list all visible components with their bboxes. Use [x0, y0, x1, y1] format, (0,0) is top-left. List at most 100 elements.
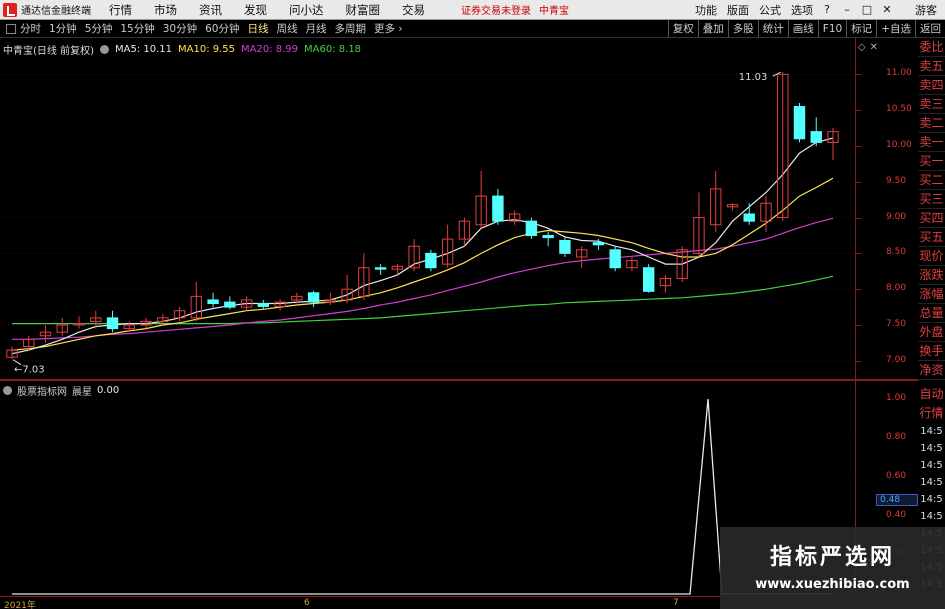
side-item[interactable]: 外盘 [918, 323, 945, 342]
statistics-button[interactable]: 统计 [757, 19, 788, 38]
candle-body [425, 252, 437, 269]
candle-body [106, 317, 119, 330]
tab-5min[interactable]: 5分钟 [85, 21, 113, 36]
tab-multi-period[interactable]: 多周期 [335, 21, 367, 36]
price-tick: 9.00 [886, 211, 907, 222]
multi-stock-button[interactable]: 多股 [727, 19, 758, 38]
side-item[interactable]: 卖一 [918, 133, 945, 152]
tab-intraday[interactable]: 分时 [20, 21, 41, 36]
tab-more[interactable]: 更多 › [374, 21, 403, 36]
ma20-label: MA20: 8.99 [241, 44, 299, 55]
back-button[interactable]: 返回 [915, 19, 945, 38]
side-item[interactable]: 买四 [918, 209, 945, 228]
menu-options[interactable]: 选项 [791, 2, 813, 18]
tab-weekly[interactable]: 周线 [277, 21, 298, 36]
candle-body [810, 131, 822, 143]
f10-button[interactable]: F10 [817, 19, 846, 38]
indicator-legend: 股票指标网 晨星 0.00 [3, 383, 119, 398]
side-item[interactable]: 买三 [918, 190, 945, 209]
date-label-june: 6 [304, 598, 310, 608]
settings-dot-icon[interactable] [99, 45, 109, 54]
side-item[interactable]: 卖三 [918, 95, 945, 114]
side2-item[interactable]: 自动 [918, 385, 945, 404]
menu-layout[interactable]: 版面 [727, 2, 749, 18]
help-icon[interactable]: ? [821, 3, 833, 16]
side-item[interactable]: 卖四 [918, 76, 945, 95]
menu-item-news[interactable]: 资讯 [199, 2, 222, 18]
guest-user[interactable]: 游客 [915, 2, 937, 18]
tick-time: 14:5 [920, 511, 943, 522]
quote-side-panel: 委比卖五卖四卖三卖二卖一买一买二买三买四买五现价涨跌涨幅总量外盘换手净资收益 [918, 38, 945, 380]
ma-legend: 中青宝(日线 前复权) MA5: 10.11 MA10: 9.55 MA20: … [3, 42, 361, 57]
indicator-tick: 0.80 [886, 432, 907, 442]
price-tick-mark [856, 74, 861, 76]
side-item[interactable]: 委比 [918, 38, 945, 57]
draw-line-button[interactable]: 画线 [787, 19, 818, 38]
close-icon[interactable]: ✕ [881, 3, 893, 16]
price-tick: 11.00 [886, 68, 912, 79]
tab-15min[interactable]: 15分钟 [120, 21, 154, 36]
indicator-line [12, 398, 833, 595]
menu-item-discover[interactable]: 发现 [244, 2, 267, 18]
side-item[interactable]: 卖五 [918, 57, 945, 76]
side2-item[interactable]: 行情 [918, 404, 945, 423]
tab-1min[interactable]: 1分钟 [49, 21, 77, 36]
low-annotation: ←7.03 [14, 365, 45, 376]
mark-button[interactable]: 标记 [846, 19, 876, 38]
side-item[interactable]: 涨幅 [918, 285, 945, 304]
watermark-title: 指标严选网 [769, 545, 895, 570]
menu-item-ask[interactable]: 问小达 [289, 2, 324, 18]
date-label-year: 2021年 [4, 601, 36, 609]
overlay-button[interactable]: 叠加 [697, 19, 728, 38]
watermark: 指标严选网 www.xuezhibiao.com [720, 527, 945, 609]
toolbar-right: 复权 叠加 多股 统计 画线 F10 标记 +自选 返回 [667, 19, 945, 38]
kline-panel[interactable]: 中青宝(日线 前复权) MA5: 10.11 MA10: 9.55 MA20: … [0, 38, 918, 380]
menu-item-quotes[interactable]: 行情 [109, 2, 132, 18]
candle-body [492, 195, 504, 222]
tab-monthly[interactable]: 月线 [306, 21, 327, 36]
side-item[interactable]: 换手 [918, 342, 945, 361]
price-axis: 11.00 10.50 10.00 9.50 9.00 8.50 8.00 7.50 7.00 [855, 38, 918, 380]
side-item[interactable]: 买二 [918, 171, 945, 190]
current-stock-name: 中青宝 [539, 6, 569, 17]
side-item[interactable]: 净资 [918, 361, 945, 380]
side-item[interactable]: 涨跌 [918, 266, 945, 285]
price-tick: 7.00 [886, 354, 907, 365]
side-item[interactable]: 买一 [918, 152, 945, 171]
ma10-label: MA10: 9.55 [178, 44, 236, 55]
app-logo-icon [3, 2, 17, 17]
tab-30min[interactable]: 30分钟 [163, 21, 197, 36]
maximize-icon[interactable]: □ [861, 3, 873, 16]
menu-formula[interactable]: 公式 [759, 2, 781, 18]
period-tab-bar: 分时 1分钟 5分钟 15分钟 30分钟 60分钟 日线 周线 月线 多周期 更… [0, 19, 945, 38]
menu-item-wealth[interactable]: 财富圈 [346, 2, 381, 18]
candle-body [743, 213, 755, 222]
price-tick: 7.50 [886, 319, 907, 330]
minimize-icon[interactable]: – [841, 3, 853, 16]
top-menu-bar: 通达信金融终端 行情 市场 资讯 发现 问小达 财富圈 交易 证券交易未登录 中… [0, 0, 945, 20]
indicator-settings-icon[interactable] [3, 386, 12, 395]
candle-body [257, 303, 270, 307]
side-item[interactable]: 总量 [918, 304, 945, 323]
price-tick: 8.00 [886, 283, 907, 294]
tab-daily[interactable]: 日线 [248, 21, 269, 36]
candle-body [793, 106, 806, 140]
side-item[interactable]: 卖二 [918, 114, 945, 133]
add-watchlist-button[interactable]: +自选 [876, 19, 915, 38]
indicator-title: 股票指标网 [17, 387, 67, 398]
side-item[interactable]: 现价 [918, 247, 945, 266]
price-tick-mark [856, 253, 861, 255]
menu-item-market[interactable]: 市场 [154, 2, 177, 18]
tab-60min[interactable]: 60分钟 [205, 21, 239, 36]
price-tick: 8.50 [886, 247, 907, 258]
grid-icon[interactable] [6, 23, 16, 34]
side-item[interactable]: 买五 [918, 228, 945, 247]
price-tick: 10.50 [886, 104, 912, 115]
high-annotation: 11.03 [739, 72, 768, 83]
login-status[interactable]: 证券交易未登录 [461, 2, 531, 17]
candle-body [307, 292, 320, 303]
menu-function[interactable]: 功能 [695, 2, 717, 18]
ma60-line [12, 275, 834, 325]
menu-item-trade[interactable]: 交易 [402, 2, 425, 18]
adjust-button[interactable]: 复权 [667, 19, 698, 38]
